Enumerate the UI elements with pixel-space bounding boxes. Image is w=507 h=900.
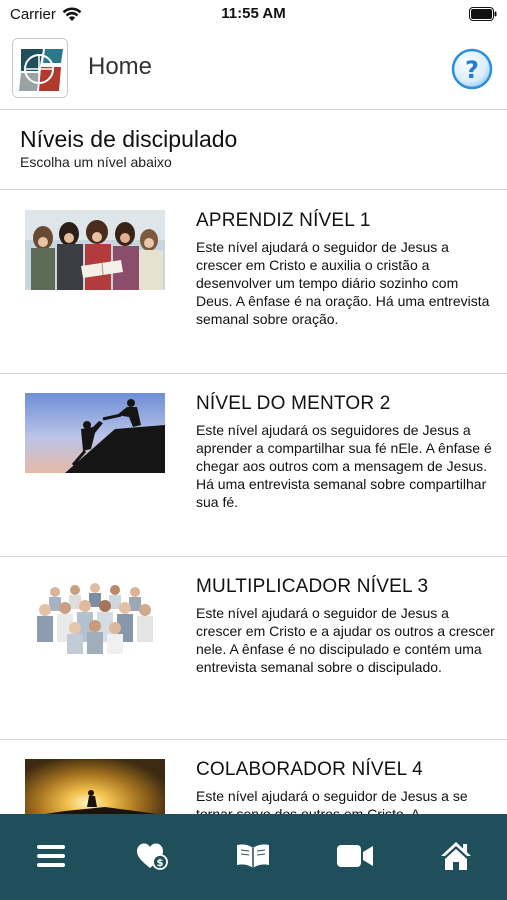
- level-description: Este nível ajudará os seguidores de Jesu…: [196, 422, 492, 510]
- sunset-climb-image: [25, 759, 165, 814]
- women-reading-bible-image: [25, 210, 165, 290]
- section-subtitle: Escolha um nível abaixo: [20, 154, 172, 170]
- level-title: COLABORADOR NÍVEL 4: [196, 759, 423, 780]
- svg-text:$: $: [157, 858, 164, 869]
- home-icon: [441, 842, 472, 870]
- level-title: NÍVEL DO MENTOR 2: [196, 393, 391, 414]
- status-bar: Carrier 11:55 AM: [0, 0, 507, 30]
- group-of-people-image: [25, 576, 165, 656]
- level-description: Este nível ajudará o seguidor de Jesus a…: [196, 788, 468, 814]
- tab-bar: $: [0, 814, 507, 900]
- level-description: Este nível ajudará o seguidor de Jesus a…: [196, 239, 490, 327]
- section-header: Níveis de discipulado Escolha um nível a…: [0, 112, 507, 190]
- app-logo: [12, 38, 68, 98]
- level-description: Este nível ajudará o seguidor de Jesus a…: [196, 605, 495, 675]
- clock: 11:55 AM: [221, 5, 286, 22]
- tab-home[interactable]: [426, 836, 486, 876]
- tab-menu[interactable]: [21, 836, 81, 876]
- level-title: MULTIPLICADOR NÍVEL 3: [196, 576, 429, 597]
- svg-text:?: ?: [465, 56, 479, 84]
- tab-video[interactable]: [325, 836, 385, 876]
- level-title: APRENDIZ NÍVEL 1: [196, 210, 371, 231]
- app-header: Home ?: [0, 34, 507, 110]
- helping-hand-climb-image: [25, 393, 165, 473]
- help-button[interactable]: ?: [451, 48, 493, 90]
- tab-bible[interactable]: [223, 836, 283, 876]
- heart-donate-icon: $: [137, 843, 168, 870]
- level-item-mentor[interactable]: NÍVEL DO MENTOR 2 Este nível ajudará os …: [0, 374, 507, 557]
- tab-donate[interactable]: $: [122, 836, 182, 876]
- battery-icon: [469, 7, 497, 21]
- video-icon: [336, 845, 373, 867]
- level-item-colaborador[interactable]: COLABORADOR NÍVEL 4 Este nível ajudará o…: [0, 740, 507, 814]
- page-title: Home: [88, 53, 153, 80]
- level-item-multiplicador[interactable]: MULTIPLICADOR NÍVEL 3 Este nível ajudará…: [0, 557, 507, 740]
- section-title: Níveis de discipulado: [20, 126, 238, 152]
- menu-icon: [36, 845, 65, 867]
- level-item-aprendiz[interactable]: APRENDIZ NÍVEL 1 Este nível ajudará o se…: [0, 191, 507, 374]
- bible-icon: [237, 844, 270, 868]
- levels-list[interactable]: APRENDIZ NÍVEL 1 Este nível ajudará o se…: [0, 191, 507, 814]
